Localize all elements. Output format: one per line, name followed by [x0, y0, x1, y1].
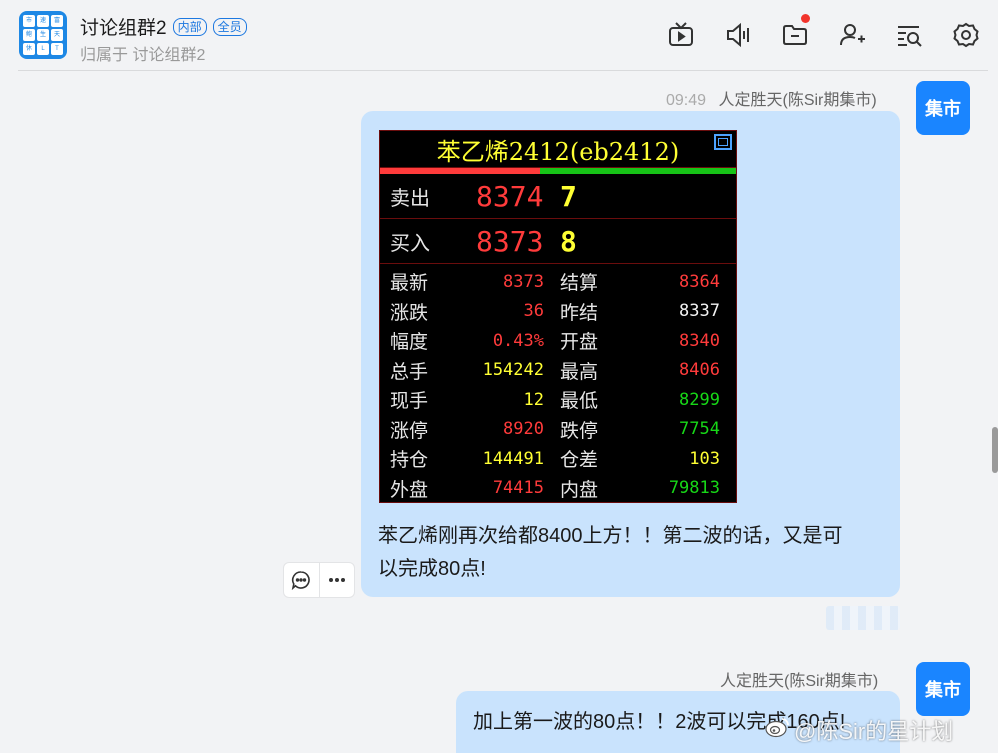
- quote-field-value: 7754: [679, 419, 720, 440]
- quote-field-value: 0.43%: [492, 330, 544, 351]
- group-title-row: 讨论组群2 内部 全员: [80, 13, 247, 40]
- buy-label: 买入: [390, 230, 430, 255]
- settings-icon[interactable]: [949, 18, 983, 52]
- sender-avatar[interactable]: 集市: [916, 662, 970, 716]
- message-text-line: 苯乙烯刚再次给都8400上方！！第二波的话，又是可: [378, 525, 843, 547]
- chat-header: 市 速 富 鲍 生 天 休 L T 讨论组群2 内部 全员 归属于 讨论组群2: [0, 0, 998, 72]
- quote-field-label: 最高: [560, 360, 599, 383]
- folder-icon[interactable]: [778, 14, 812, 52]
- speaker-icon[interactable]: [721, 18, 755, 52]
- sender-name[interactable]: 人定胜天(陈Sir期集市): [719, 92, 877, 109]
- quote-field-label: 涨停: [390, 419, 429, 442]
- quote-row: 幅度 0.43% 开盘 8340: [380, 326, 736, 356]
- more-icon[interactable]: [318, 563, 355, 597]
- quote-row: 最新 8373 结算 8364: [380, 267, 736, 297]
- quote-field-value: 8920: [503, 419, 544, 440]
- quote-field-label: 持仓: [390, 449, 429, 472]
- sender-name[interactable]: 人定胜天(陈Sir期集市): [720, 673, 878, 690]
- quote-field-value: 79813: [668, 478, 720, 499]
- search-list-icon[interactable]: [892, 18, 926, 52]
- ratio-bar-green: [540, 168, 736, 174]
- quote-field-label: 跌停: [560, 419, 599, 442]
- avatar-cell: 生: [37, 29, 49, 41]
- quote-row: 现手 12 最低 8299: [380, 385, 736, 415]
- quote-field-value: 8340: [679, 330, 720, 351]
- avatar-cell: 休: [23, 43, 35, 55]
- quote-field-label: 外盘: [390, 478, 429, 501]
- badge-internal: 内部: [172, 17, 207, 36]
- message-meta: 人定胜天(陈Sir期集市): [720, 667, 878, 691]
- sell-label: 卖出: [390, 185, 430, 210]
- avatar-cell: 鲍: [23, 29, 35, 41]
- quote-rows: 最新 8373 结算 8364 涨跌 36 昨结 8337 幅度 0.43% 开盘 8340 总手 154…: [380, 264, 736, 503]
- quote-field-value: 144491: [482, 448, 544, 469]
- quote-field-label: 昨结: [560, 301, 599, 324]
- watermark: @陈Sir的星计划: [764, 714, 953, 746]
- quote-image[interactable]: 苯乙烯2412(eb2412) 卖出 8374 7 买入 8373 8 最新 83…: [379, 130, 737, 503]
- avatar-cell: 天: [51, 29, 63, 41]
- quote-field-value: 103: [689, 448, 720, 469]
- weibo-icon: [764, 716, 790, 744]
- message-time: 09:49: [666, 92, 707, 109]
- quote-field-label: 开盘: [560, 331, 599, 354]
- quote-field-label: 仓差: [560, 449, 599, 472]
- quote-field-label: 涨跌: [390, 301, 429, 324]
- message-text: 苯乙烯刚再次给都8400上方！！第二波的话，又是可 以完成80点!: [378, 520, 888, 586]
- quote-row: 涨停 8920 跌停 7754: [380, 415, 736, 445]
- quote-field-label: 结算: [560, 272, 599, 295]
- tv-icon[interactable]: [664, 18, 698, 52]
- quote-field-label: 总手: [390, 360, 429, 383]
- sell-volume: 7: [560, 179, 577, 213]
- group-subtitle: 归属于 讨论组群2: [80, 47, 206, 64]
- header-divider: [18, 70, 988, 71]
- quote-field-value: 36: [523, 301, 544, 322]
- badge-all-members: 全员: [212, 17, 247, 36]
- avatar-cell: T: [51, 43, 63, 55]
- notification-dot: [801, 14, 810, 23]
- quote-field-label: 幅度: [390, 331, 429, 354]
- quote-field-value: 74415: [492, 478, 544, 499]
- header-toolbar: [664, 14, 983, 52]
- quote-field-label: 内盘: [560, 478, 599, 501]
- message-meta: 09:49 人定胜天(陈Sir期集市): [666, 86, 877, 110]
- avatar-cell: 市: [23, 15, 35, 27]
- buy-row: 买入 8373 8: [380, 219, 736, 264]
- quote-row: 持仓 144491 仓差 103: [380, 444, 736, 474]
- quote-field-value: 8299: [679, 389, 720, 410]
- quote-field-label: 最新: [390, 272, 429, 295]
- message-text-line: 以完成80点!: [378, 558, 486, 580]
- sell-row: 卖出 8374 7: [380, 174, 736, 219]
- group-title[interactable]: 讨论组群2: [80, 13, 167, 40]
- quote-field-value: 8337: [679, 301, 720, 322]
- avatar-cell: 速: [37, 15, 49, 27]
- quote-field-value: 12: [523, 389, 544, 410]
- ratio-bar-red: [380, 168, 541, 174]
- buy-sell-ratio-bar: [380, 168, 736, 174]
- quote-field-value: 8364: [679, 271, 720, 292]
- add-user-icon[interactable]: [835, 18, 869, 52]
- read-status-indicator: [826, 606, 900, 630]
- buy-price: 8373: [476, 224, 544, 258]
- message-actions: [283, 562, 355, 598]
- quote-field-value: 154242: [482, 360, 544, 381]
- avatar-cell: L: [37, 43, 49, 55]
- quote-field-value: 8406: [679, 360, 720, 381]
- window-restore-icon: [714, 134, 732, 150]
- watermark-text: @陈Sir的星计划: [794, 719, 954, 744]
- group-avatar[interactable]: 市 速 富 鲍 生 天 休 L T: [19, 11, 67, 59]
- sell-price: 8374: [476, 179, 544, 213]
- reply-icon[interactable]: [284, 563, 319, 597]
- sender-avatar[interactable]: 集市: [916, 81, 970, 135]
- buy-volume: 8: [560, 224, 577, 258]
- quote-title: 苯乙烯2412(eb2412): [436, 137, 680, 166]
- quote-field-label: 现手: [390, 390, 429, 413]
- avatar-cell: 富: [51, 15, 63, 27]
- quote-field-value: 8373: [503, 271, 544, 292]
- scrollbar-thumb[interactable]: [992, 427, 998, 473]
- quote-row: 涨跌 36 昨结 8337: [380, 297, 736, 327]
- quote-row: 总手 154242 最高 8406: [380, 356, 736, 386]
- quote-title-bar: 苯乙烯2412(eb2412): [380, 131, 736, 168]
- quote-field-label: 最低: [560, 390, 599, 413]
- quote-row: 外盘 74415 内盘 79813: [380, 474, 736, 503]
